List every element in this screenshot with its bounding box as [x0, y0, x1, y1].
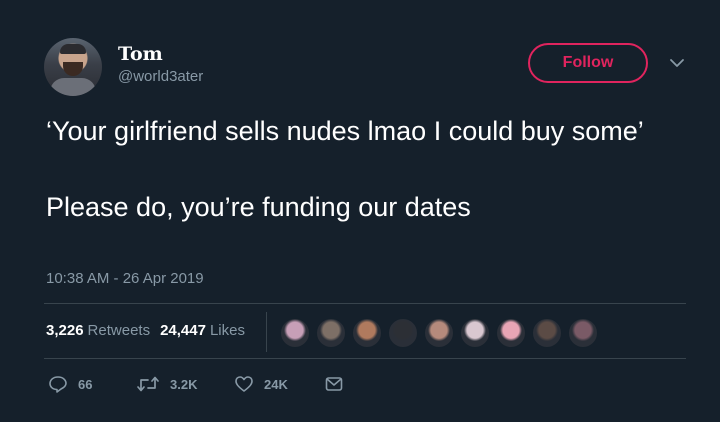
liker-avatars	[280, 318, 604, 348]
divider	[44, 358, 686, 359]
liker-avatar[interactable]	[568, 318, 598, 348]
author-handle[interactable]: @world3ater	[118, 68, 203, 85]
chevron-down-icon[interactable]	[668, 56, 686, 70]
retweets-label: Retweets	[87, 322, 151, 339]
liker-avatar[interactable]	[496, 318, 526, 348]
likes-count: 24,447	[160, 322, 206, 339]
follow-button-label: Follow	[562, 54, 614, 71]
follow-button[interactable]: Follow	[528, 43, 648, 83]
envelope-icon	[325, 377, 343, 391]
stats-separator	[266, 312, 267, 352]
retweet-icon	[137, 376, 159, 392]
retweets-count: 3,226	[46, 322, 84, 339]
retweet-action[interactable]: 3.2K	[136, 374, 197, 394]
action-bar: 66 3.2K 24K	[48, 374, 368, 398]
liker-avatar[interactable]	[280, 318, 310, 348]
engagement-stats: 3,226 Retweets 24,447 Likes	[46, 322, 245, 339]
retweets-stat[interactable]: 3,226 Retweets	[46, 322, 150, 339]
liker-avatar[interactable]	[460, 318, 490, 348]
reply-count: 66	[78, 376, 93, 392]
liker-avatar[interactable]	[352, 318, 382, 348]
retweet-count: 3.2K	[170, 376, 198, 392]
message-action[interactable]	[324, 374, 344, 394]
like-count: 24K	[264, 376, 288, 392]
liker-avatar[interactable]	[424, 318, 454, 348]
reply-icon	[49, 376, 67, 393]
tweet-timestamp[interactable]: 10:38 AM - 26 Apr 2019	[46, 270, 204, 287]
tweet-text: ‘Your girlfriend sells nudes lmao I coul…	[46, 116, 644, 222]
reply-action[interactable]: 66	[48, 374, 92, 394]
liker-avatar[interactable]	[316, 318, 346, 348]
like-action[interactable]: 24K	[234, 374, 288, 394]
likes-label: Likes	[209, 322, 245, 339]
author-name[interactable]: Tom	[118, 43, 163, 65]
liker-avatar[interactable]	[388, 318, 418, 348]
heart-icon	[235, 376, 253, 392]
divider	[44, 303, 686, 304]
avatar[interactable]	[44, 38, 102, 96]
tweet-card: Tom @world3ater Follow ‘Your girlfriend …	[0, 0, 720, 422]
liker-avatar[interactable]	[532, 318, 562, 348]
likes-stat[interactable]: 24,447 Likes	[160, 322, 245, 339]
